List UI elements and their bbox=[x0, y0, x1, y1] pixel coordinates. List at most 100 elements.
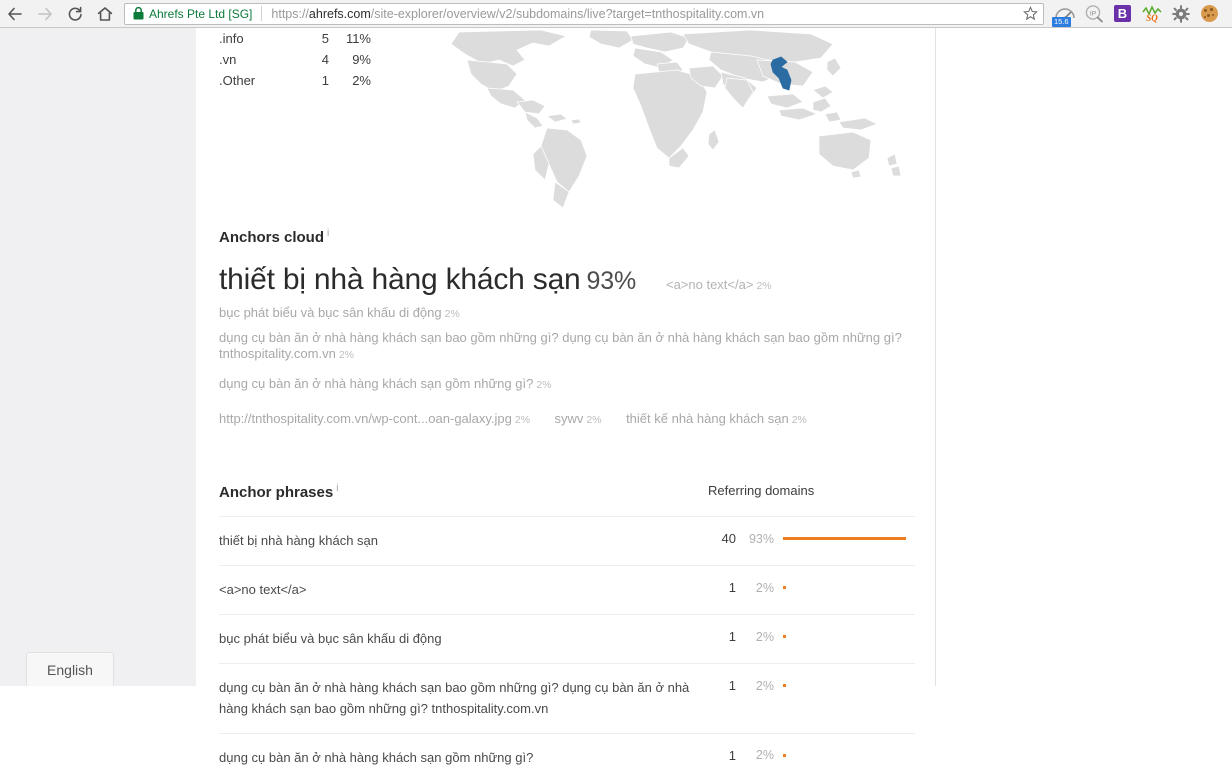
page-body: .info 5 11% .vn 4 9% .Other 1 2% Anchors… bbox=[0, 28, 1232, 765]
row-metrics: 1 2% bbox=[708, 629, 915, 644]
cloud-row[interactable]: dụng cụ bàn ăn ở nhà hàng khách sạn gồm … bbox=[219, 376, 919, 392]
cloud-term[interactable]: thiết kế nhà hàng khách sạn 2% bbox=[626, 411, 807, 426]
bootstrap-icon: B bbox=[1114, 5, 1131, 22]
reload-icon bbox=[68, 6, 82, 21]
seoquake-icon: SQ bbox=[1141, 4, 1162, 23]
table-row[interactable]: bục phát biểu và bục sân khấu di động 1 … bbox=[219, 614, 915, 663]
cloud-term-percent: 2% bbox=[514, 413, 531, 426]
extension-seoquake[interactable]: SQ bbox=[1137, 0, 1166, 28]
tld-row[interactable]: .info 5 11% bbox=[219, 28, 399, 49]
pagespeed-badge: 15.6 bbox=[1052, 16, 1071, 27]
bar-track bbox=[774, 537, 915, 540]
extension-cookie[interactable] bbox=[1195, 0, 1224, 28]
anchor-phrase-text: <a>no text</a> bbox=[219, 582, 307, 598]
arrow-left-icon bbox=[8, 7, 22, 20]
cloud-row[interactable]: bục phát biểu và bục sân khấu di động 2% bbox=[219, 305, 919, 321]
ip-lookup-icon: IP bbox=[1085, 4, 1103, 23]
url-path: /site-explorer/overview/v2/subdomains/li… bbox=[370, 6, 765, 21]
cloud-term-percent: 2% bbox=[338, 349, 354, 361]
table-row[interactable]: thiết bị nhà hàng khách sạn 40 93% bbox=[219, 516, 915, 565]
extension-settings[interactable] bbox=[1166, 0, 1195, 28]
bar-fill bbox=[783, 537, 906, 540]
cloud-term-percent: 2% bbox=[536, 379, 552, 392]
cloud-term-percent: 2% bbox=[444, 307, 460, 320]
gear-icon bbox=[1171, 4, 1190, 23]
back-button[interactable] bbox=[0, 0, 30, 28]
world-map[interactable] bbox=[421, 30, 921, 225]
anchors-cloud-section: Anchors cloud i thiết bị nhà hàng khách s… bbox=[219, 228, 919, 436]
row-metrics: 1 2% bbox=[708, 580, 915, 595]
url-scheme: https:// bbox=[271, 6, 309, 21]
home-button[interactable] bbox=[90, 0, 120, 28]
extension-ip-lookup[interactable]: IP bbox=[1079, 0, 1108, 28]
referring-domains-percent: 2% bbox=[755, 580, 774, 595]
star-icon bbox=[1022, 6, 1038, 21]
referring-domains-percent: 93% bbox=[748, 531, 774, 546]
arrow-right-icon bbox=[38, 7, 52, 20]
column-header-referring-domains[interactable]: Referring domains bbox=[708, 483, 915, 498]
anchor-phrases-section: Anchor phrases i Referring domains thiết … bbox=[219, 483, 915, 782]
referring-domains-count: 1 bbox=[728, 747, 736, 763]
bookmark-button[interactable] bbox=[1017, 6, 1043, 21]
cloud-term-text: dụng cụ bàn ăn ở nhà hàng khách sạn bao … bbox=[219, 329, 902, 361]
extension-bootstrap[interactable]: B bbox=[1108, 0, 1137, 28]
table-row[interactable]: dụng cụ bàn ăn ở nhà hàng khách sạn gồm … bbox=[219, 732, 915, 782]
url-domain: ahrefs.com bbox=[308, 6, 371, 21]
bar-fill bbox=[783, 753, 786, 757]
tld-name: .vn bbox=[219, 52, 237, 67]
anchors-cloud: thiết bị nhà hàng khách sạn 93% <a>no tex… bbox=[219, 264, 919, 427]
bar-track bbox=[774, 635, 915, 639]
reload-button[interactable] bbox=[60, 0, 90, 28]
table-row[interactable]: dụng cụ bàn ăn ở nhà hàng khách sạn bao … bbox=[219, 663, 915, 732]
row-metrics: 40 93% bbox=[708, 531, 915, 546]
tld-count: 5 bbox=[321, 31, 329, 46]
language-switcher-button[interactable]: English bbox=[26, 652, 114, 686]
cloud-term-text: <a>no text</a> bbox=[665, 277, 754, 292]
bar-track bbox=[774, 753, 915, 757]
anchors-cloud-title-text: Anchors cloud bbox=[219, 229, 325, 246]
cloud-term-text: http://tnthospitality.com.vn/wp-cont...o… bbox=[219, 410, 512, 426]
anchor-phrases-title: Anchor phrases i bbox=[219, 483, 708, 501]
anchors-cloud-title: Anchors cloud i bbox=[219, 228, 919, 246]
lock-icon bbox=[133, 7, 144, 20]
cloud-row: http://tnthospitality.com.vn/wp-cont...o… bbox=[219, 411, 919, 428]
bar-fill bbox=[783, 586, 786, 590]
anchor-phrase-text: dụng cụ bàn ăn ở nhà hàng khách sạn gồm … bbox=[219, 749, 534, 765]
svg-text:SQ: SQ bbox=[1146, 13, 1158, 23]
address-bar[interactable]: Ahrefs Pte Ltd [SG] https://ahrefs.com/s… bbox=[124, 2, 1044, 25]
referring-domains-count: 1 bbox=[728, 629, 736, 645]
cookie-icon bbox=[1201, 5, 1218, 22]
anchor-phrase-text: bục phát biểu và bục sân khấu di động bbox=[219, 631, 442, 647]
anchor-phrase-text: thiết bị nhà hàng khách sạn bbox=[219, 533, 379, 548]
cloud-term[interactable]: <a>no text</a> 2% bbox=[666, 278, 772, 292]
referring-domains-count: 40 bbox=[721, 531, 736, 546]
tld-percent: 2% bbox=[352, 73, 371, 88]
anchor-phrase-text: dụng cụ bàn ăn ở nhà hàng khách sạn bao … bbox=[219, 680, 690, 716]
table-row[interactable]: <a>no text</a> 1 2% bbox=[219, 565, 915, 614]
forward-button[interactable] bbox=[30, 0, 60, 28]
cloud-term-primary[interactable]: thiết bị nhà hàng khách sạn 93% bbox=[219, 264, 636, 296]
cloud-term[interactable]: http://tnthospitality.com.vn/wp-cont...o… bbox=[219, 411, 530, 426]
bar-fill bbox=[783, 635, 786, 639]
info-icon[interactable]: i bbox=[327, 228, 329, 239]
tld-count: 4 bbox=[321, 52, 329, 67]
cloud-term-percent: 2% bbox=[586, 413, 602, 426]
cloud-term[interactable]: sywv 2% bbox=[555, 411, 602, 426]
anchor-phrases-title-text: Anchor phrases bbox=[219, 484, 334, 501]
info-icon[interactable]: i bbox=[336, 483, 338, 494]
cloud-row: thiết bị nhà hàng khách sạn 93% <a>no tex… bbox=[219, 264, 919, 296]
extension-pagespeed[interactable]: 15.6 bbox=[1050, 0, 1079, 28]
content-card: .info 5 11% .vn 4 9% .Other 1 2% Anchors… bbox=[196, 28, 936, 765]
browser-toolbar: Ahrefs Pte Ltd [SG] https://ahrefs.com/s… bbox=[0, 0, 1232, 28]
tld-count: 1 bbox=[321, 73, 329, 88]
cloud-term-percent: 2% bbox=[756, 280, 772, 292]
bar-track bbox=[774, 586, 915, 590]
svg-text:IP: IP bbox=[1089, 10, 1096, 17]
security-chip[interactable]: Ahrefs Pte Ltd [SG] bbox=[133, 7, 252, 21]
cloud-row[interactable]: dụng cụ bàn ăn ở nhà hàng khách sạn bao … bbox=[219, 330, 919, 363]
tld-row[interactable]: .vn 4 9% bbox=[219, 49, 399, 70]
referring-domains-percent: 2% bbox=[755, 629, 774, 644]
language-label: English bbox=[47, 661, 93, 678]
omnibox-divider bbox=[261, 6, 263, 21]
tld-row[interactable]: .Other 1 2% bbox=[219, 70, 399, 91]
